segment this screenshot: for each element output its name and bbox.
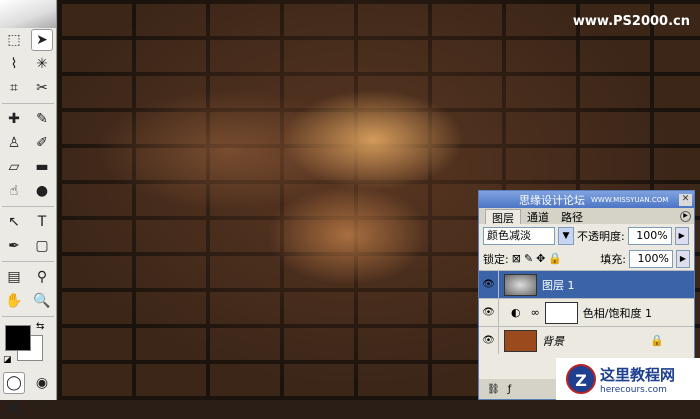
lock-pixels-icon[interactable]: ✎ [524, 252, 533, 265]
chevron-down-icon[interactable]: ▼ [558, 226, 574, 245]
tab-paths[interactable]: 路径 [555, 209, 589, 224]
lock-all-icon[interactable]: 🔒 [548, 252, 562, 265]
tab-layers[interactable]: 图层 [485, 209, 521, 225]
layer-row[interactable]: 👁 ◐ ∞ 色相/饱和度 1 [479, 298, 694, 326]
opacity-label: 不透明度: [577, 229, 625, 243]
eyedropper-tool[interactable]: ⚲ [31, 266, 53, 288]
slice-tool[interactable]: ✂ [31, 77, 53, 99]
layer-mask-thumbnail [544, 301, 578, 324]
lock-transparency-icon[interactable]: ⊠ [512, 252, 521, 265]
link-icon: ∞ [530, 306, 540, 319]
magic-wand-tool[interactable]: ✳ [31, 53, 53, 75]
rectangular-marquee-tool[interactable]: ⬚ [3, 29, 25, 51]
panel-title: 思缘设计论坛 [519, 193, 585, 207]
logo-title: 这里教程网 [600, 365, 676, 384]
standard-mode-button[interactable]: ◯ [3, 372, 25, 394]
notes-tool[interactable]: ▤ [3, 266, 25, 288]
path-selection-tool[interactable]: ↖ [3, 211, 25, 233]
rectangle-tool[interactable]: ▢ [31, 235, 53, 257]
eraser-tool[interactable]: ▱ [3, 156, 25, 178]
clone-stamp-tool[interactable]: ♙ [3, 132, 25, 154]
adjustment-icon: ◐ [511, 306, 521, 319]
photoshop-feather-logo [0, 0, 56, 28]
healing-brush-tool[interactable]: ✚ [3, 108, 25, 130]
gradient-tool[interactable]: ▬ [31, 156, 53, 178]
layer-name: 色相/饱和度 1 [582, 306, 652, 320]
panel-menu-icon[interactable]: ▶ [680, 211, 691, 222]
layer-thumbnail [504, 329, 537, 352]
smudge-tool[interactable]: ☝ [3, 180, 25, 202]
zoom-tool[interactable]: 🔍 [31, 290, 53, 312]
opacity-input[interactable]: 100% [627, 226, 672, 245]
z-logo-icon: Z [566, 364, 596, 394]
pen-tool[interactable]: ✒ [3, 235, 25, 257]
quick-mask-button[interactable]: ◉ [31, 372, 53, 394]
lock-position-icon[interactable]: ✥ [536, 252, 545, 265]
lock-label: 锁定: [483, 252, 509, 266]
type-tool[interactable]: T [31, 211, 53, 233]
logo-url: herecours.com [600, 384, 667, 395]
lock-icon: 🔒 [650, 334, 664, 347]
fill-slider-button[interactable]: ▶ [676, 249, 690, 268]
layer-style-icon[interactable]: ƒ [508, 384, 512, 395]
brush-tool[interactable]: ✎ [31, 108, 53, 130]
eye-icon[interactable]: 👁 [479, 299, 499, 326]
layer-thumbnail [504, 273, 537, 296]
close-icon[interactable]: ✕ [679, 193, 692, 206]
eye-icon[interactable]: 👁 [479, 271, 499, 298]
eye-icon[interactable]: 👁 [479, 327, 499, 354]
site-logo: Z 这里教程网 herecours.com [556, 358, 700, 400]
lasso-tool[interactable]: ⌇ [3, 53, 25, 75]
tab-channels[interactable]: 通道 [521, 209, 555, 224]
layer-name: 背景 [542, 334, 564, 348]
layer-row[interactable]: 👁 背景 🔒 [479, 326, 694, 354]
foreground-color[interactable] [5, 325, 31, 351]
color-swatches: ⇆ ◪ [0, 321, 56, 371]
move-tool[interactable]: ➤ [31, 29, 53, 51]
blend-mode-select[interactable]: 颜色减淡 [483, 226, 555, 245]
screen-mode-standard[interactable]: ▣ [3, 396, 25, 418]
watermark: www.PS2000.cn [572, 14, 690, 29]
history-brush-tool[interactable]: ✐ [31, 132, 53, 154]
panel-title-sub: WWW.MISSYUAN.COM [591, 195, 669, 204]
screen-mode-full-menu[interactable]: ▢ [31, 396, 53, 418]
hand-tool[interactable]: ✋ [3, 290, 25, 312]
fill-input[interactable]: 100% [629, 249, 673, 268]
panel-title-bar[interactable]: 思缘设计论坛 WWW.MISSYUAN.COM ✕ [479, 191, 694, 208]
link-layers-icon[interactable]: ⛓ [487, 384, 500, 395]
toolbox: ⬚ ➤ ⌇ ✳ ⌗ ✂ ✚ ✎ ♙ ✐ ▱ ▬ ☝ ● ↖ T ✒ ▢ ▤ ⚲ ✋ 🔍 ⇆ ◪ ◯ ◉ ▣ ▢ [0, 0, 57, 415]
layer-row[interactable]: 👁 图层 1 [479, 270, 694, 298]
crop-tool[interactable]: ⌗ [3, 77, 25, 99]
burn-tool[interactable]: ● [31, 180, 53, 202]
fill-label: 填充: [600, 252, 626, 266]
opacity-slider-button[interactable]: ▶ [674, 226, 689, 245]
swap-colors-icon[interactable]: ⇆ [36, 321, 44, 332]
layer-name: 图层 1 [542, 278, 575, 292]
default-colors-icon[interactable]: ◪ [3, 355, 12, 365]
